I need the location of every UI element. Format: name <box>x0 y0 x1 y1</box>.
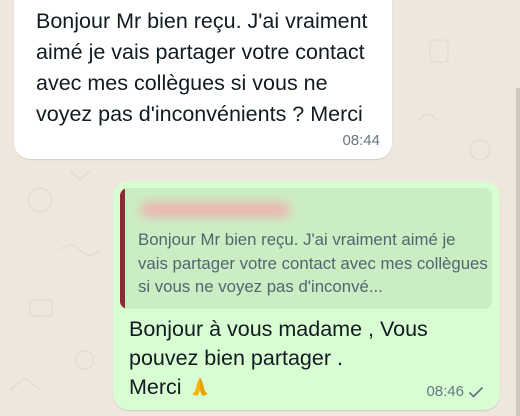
folded-hands-icon <box>191 377 208 396</box>
outgoing-message-meta: 08:46 <box>426 383 484 400</box>
quote-author-blurred <box>140 202 290 217</box>
scroll-edge <box>516 88 520 416</box>
outgoing-line-1: Bonjour à vous madame , Vous <box>129 317 428 341</box>
outgoing-line-3: Merci <box>129 375 182 399</box>
outgoing-message-time: 08:46 <box>426 383 464 400</box>
outgoing-message-bubble[interactable]: Bonjour Mr bien reçu. J'ai vraiment aimé… <box>113 181 500 410</box>
incoming-message-bubble[interactable]: Bonjour Mr bien reçu. J'ai vraiment aimé… <box>14 0 392 159</box>
quote-accent-bar <box>120 188 125 309</box>
outgoing-line-2: pouvez bien partager . <box>129 346 343 370</box>
incoming-message-text: Bonjour Mr bien reçu. J'ai vraiment aimé… <box>36 9 368 126</box>
incoming-message-time: 08:44 <box>342 132 380 149</box>
single-check-icon <box>468 386 484 398</box>
quote-text: Bonjour Mr bien reçu. J'ai vraiment aimé… <box>138 230 488 296</box>
quoted-reply[interactable]: Bonjour Mr bien reçu. J'ai vraiment aimé… <box>120 188 492 309</box>
